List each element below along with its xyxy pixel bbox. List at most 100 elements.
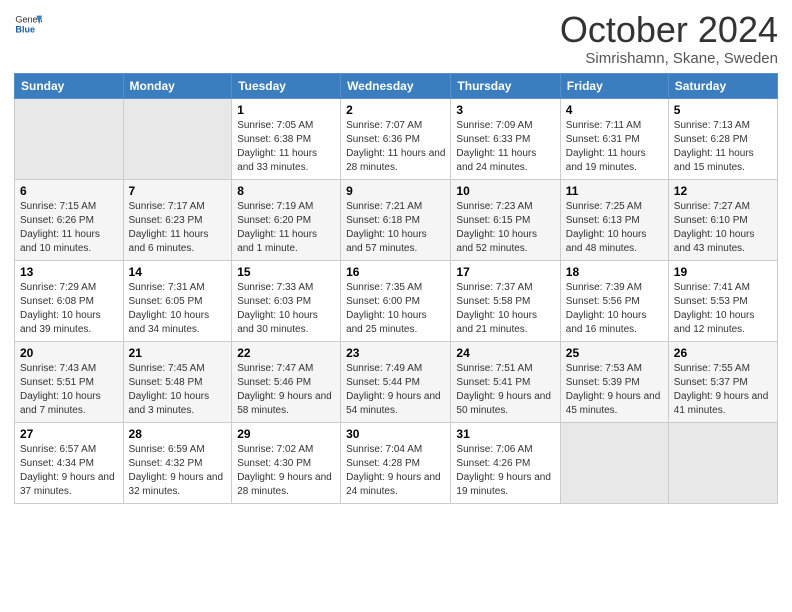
calendar-cell: 30Sunrise: 7:04 AMSunset: 4:28 PMDayligh… <box>341 422 451 503</box>
calendar-header-wednesday: Wednesday <box>341 73 451 98</box>
calendar-cell: 24Sunrise: 7:51 AMSunset: 5:41 PMDayligh… <box>451 341 560 422</box>
day-number: 26 <box>674 346 772 360</box>
calendar-cell <box>560 422 668 503</box>
day-detail: Sunrise: 7:13 AMSunset: 6:28 PMDaylight:… <box>674 119 772 175</box>
calendar-cell: 14 Sunrise: 7:31 AMSunset: 6:05 PMDayligh… <box>123 260 232 341</box>
day-number: 21 <box>129 346 227 360</box>
day-number: 6 <box>20 184 118 198</box>
calendar-cell: 31 Sunrise: 7:06 AMSunset: 4:26 PMDayligh… <box>451 422 560 503</box>
day-detail: Sunrise: 7:39 AMSunset: 5:56 PMDaylight:… <box>566 281 663 337</box>
calendar-cell: 7 Sunrise: 7:17 AMSunset: 6:23 PMDaylight… <box>123 179 232 260</box>
day-detail: Sunrise: 6:57 AMSunset: 4:34 PMDaylight:… <box>20 443 118 499</box>
day-detail: Sunrise: 7:19 AMSunset: 6:20 PMDaylight:… <box>237 200 335 256</box>
day-detail: Sunrise: 7:35 AMSunset: 6:00 PMDaylight:… <box>346 281 445 337</box>
calendar-page: General Blue October 2024 Simrishamn, Sk… <box>0 0 792 518</box>
calendar-week-row-3: 20 Sunrise: 7:43 AMSunset: 5:51 PMDayligh… <box>15 341 778 422</box>
calendar-cell: 29 Sunrise: 7:02 AMSunset: 4:30 PMDayligh… <box>232 422 341 503</box>
day-number: 20 <box>20 346 118 360</box>
calendar-cell: 22Sunrise: 7:47 AMSunset: 5:46 PMDayligh… <box>232 341 341 422</box>
day-number: 28 <box>129 427 227 441</box>
day-detail: Sunrise: 7:27 AMSunset: 6:10 PMDaylight:… <box>674 200 772 256</box>
day-detail: Sunrise: 7:47 AMSunset: 5:46 PMDaylight:… <box>237 362 335 418</box>
calendar-week-row-2: 13 Sunrise: 7:29 AMSunset: 6:08 PMDayligh… <box>15 260 778 341</box>
day-detail: Sunrise: 7:15 AMSunset: 6:26 PMDaylight:… <box>20 200 118 256</box>
day-detail: Sunrise: 7:25 AMSunset: 6:13 PMDaylight:… <box>566 200 663 256</box>
calendar-cell: 15 Sunrise: 7:33 AMSunset: 6:03 PMDayligh… <box>232 260 341 341</box>
day-detail: Sunrise: 7:17 AMSunset: 6:23 PMDaylight:… <box>129 200 227 256</box>
calendar-cell: 9 Sunrise: 7:21 AMSunset: 6:18 PMDaylight… <box>341 179 451 260</box>
calendar-header-saturday: Saturday <box>668 73 777 98</box>
day-detail: Sunrise: 7:29 AMSunset: 6:08 PMDaylight:… <box>20 281 118 337</box>
calendar-cell: 27 Sunrise: 6:57 AMSunset: 4:34 PMDayligh… <box>15 422 124 503</box>
day-detail: Sunrise: 7:23 AMSunset: 6:15 PMDaylight:… <box>456 200 554 256</box>
calendar-cell: 16 Sunrise: 7:35 AMSunset: 6:00 PMDayligh… <box>341 260 451 341</box>
day-detail: Sunrise: 7:21 AMSunset: 6:18 PMDaylight:… <box>346 200 445 256</box>
calendar-cell: 28 Sunrise: 6:59 AMSunset: 4:32 PMDayligh… <box>123 422 232 503</box>
day-detail: Sunrise: 7:07 AMSunset: 6:36 PMDaylight:… <box>346 119 445 175</box>
day-number: 16 <box>346 265 445 279</box>
day-number: 10 <box>456 184 554 198</box>
calendar-cell <box>15 98 124 179</box>
day-detail: Sunrise: 6:59 AMSunset: 4:32 PMDaylight:… <box>129 443 227 499</box>
calendar-header-friday: Friday <box>560 73 668 98</box>
calendar-cell: 4 Sunrise: 7:11 AMSunset: 6:31 PMDaylight… <box>560 98 668 179</box>
month-title: October 2024 <box>560 10 778 50</box>
day-detail: Sunrise: 7:09 AMSunset: 6:33 PMDaylight:… <box>456 119 554 175</box>
day-detail: Sunrise: 7:31 AMSunset: 6:05 PMDaylight:… <box>129 281 227 337</box>
header: General Blue October 2024 Simrishamn, Sk… <box>14 10 778 67</box>
calendar-week-row-1: 6 Sunrise: 7:15 AMSunset: 6:26 PMDaylight… <box>15 179 778 260</box>
calendar-cell: 19 Sunrise: 7:41 AMSunset: 5:53 PMDayligh… <box>668 260 777 341</box>
day-number: 31 <box>456 427 554 441</box>
day-number: 9 <box>346 184 445 198</box>
calendar-cell: 6 Sunrise: 7:15 AMSunset: 6:26 PMDaylight… <box>15 179 124 260</box>
day-number: 27 <box>20 427 118 441</box>
calendar-cell: 23Sunrise: 7:49 AMSunset: 5:44 PMDayligh… <box>341 341 451 422</box>
calendar-week-row-0: 1 Sunrise: 7:05 AMSunset: 6:38 PMDaylight… <box>15 98 778 179</box>
calendar-header-thursday: Thursday <box>451 73 560 98</box>
day-number: 30 <box>346 427 445 441</box>
day-detail: Sunrise: 7:37 AMSunset: 5:58 PMDaylight:… <box>456 281 554 337</box>
day-detail: Sunrise: 7:41 AMSunset: 5:53 PMDaylight:… <box>674 281 772 337</box>
day-number: 14 <box>129 265 227 279</box>
calendar-cell <box>123 98 232 179</box>
day-detail: Sunrise: 7:33 AMSunset: 6:03 PMDaylight:… <box>237 281 335 337</box>
calendar-cell: 2Sunrise: 7:07 AMSunset: 6:36 PMDaylight… <box>341 98 451 179</box>
calendar-header-row: SundayMondayTuesdayWednesdayThursdayFrid… <box>15 73 778 98</box>
day-detail: Sunrise: 7:55 AMSunset: 5:37 PMDaylight:… <box>674 362 772 418</box>
day-number: 29 <box>237 427 335 441</box>
location: Simrishamn, Skane, Sweden <box>560 50 778 67</box>
calendar-header-tuesday: Tuesday <box>232 73 341 98</box>
calendar-cell: 5 Sunrise: 7:13 AMSunset: 6:28 PMDaylight… <box>668 98 777 179</box>
day-number: 11 <box>566 184 663 198</box>
day-number: 17 <box>456 265 554 279</box>
calendar-cell: 11 Sunrise: 7:25 AMSunset: 6:13 PMDayligh… <box>560 179 668 260</box>
calendar-table: SundayMondayTuesdayWednesdayThursdayFrid… <box>14 73 778 504</box>
day-detail: Sunrise: 7:53 AMSunset: 5:39 PMDaylight:… <box>566 362 663 418</box>
day-number: 7 <box>129 184 227 198</box>
calendar-cell: 26 Sunrise: 7:55 AMSunset: 5:37 PMDayligh… <box>668 341 777 422</box>
day-detail: Sunrise: 7:43 AMSunset: 5:51 PMDaylight:… <box>20 362 118 418</box>
day-number: 15 <box>237 265 335 279</box>
day-number: 12 <box>674 184 772 198</box>
calendar-cell: 18 Sunrise: 7:39 AMSunset: 5:56 PMDayligh… <box>560 260 668 341</box>
day-number: 3 <box>456 103 554 117</box>
calendar-week-row-4: 27 Sunrise: 6:57 AMSunset: 4:34 PMDayligh… <box>15 422 778 503</box>
day-number: 1 <box>237 103 335 117</box>
day-number: 4 <box>566 103 663 117</box>
calendar-cell: 21Sunrise: 7:45 AMSunset: 5:48 PMDayligh… <box>123 341 232 422</box>
day-number: 23 <box>346 346 445 360</box>
title-block: October 2024 Simrishamn, Skane, Sweden <box>560 10 778 67</box>
calendar-cell: 17 Sunrise: 7:37 AMSunset: 5:58 PMDayligh… <box>451 260 560 341</box>
day-number: 19 <box>674 265 772 279</box>
calendar-cell: 8Sunrise: 7:19 AMSunset: 6:20 PMDaylight… <box>232 179 341 260</box>
day-detail: Sunrise: 7:05 AMSunset: 6:38 PMDaylight:… <box>237 119 335 175</box>
day-number: 5 <box>674 103 772 117</box>
day-number: 13 <box>20 265 118 279</box>
calendar-cell <box>668 422 777 503</box>
day-number: 18 <box>566 265 663 279</box>
day-detail: Sunrise: 7:02 AMSunset: 4:30 PMDaylight:… <box>237 443 335 499</box>
day-detail: Sunrise: 7:06 AMSunset: 4:26 PMDaylight:… <box>456 443 554 499</box>
calendar-cell: 12 Sunrise: 7:27 AMSunset: 6:10 PMDayligh… <box>668 179 777 260</box>
day-detail: Sunrise: 7:11 AMSunset: 6:31 PMDaylight:… <box>566 119 663 175</box>
day-number: 25 <box>566 346 663 360</box>
